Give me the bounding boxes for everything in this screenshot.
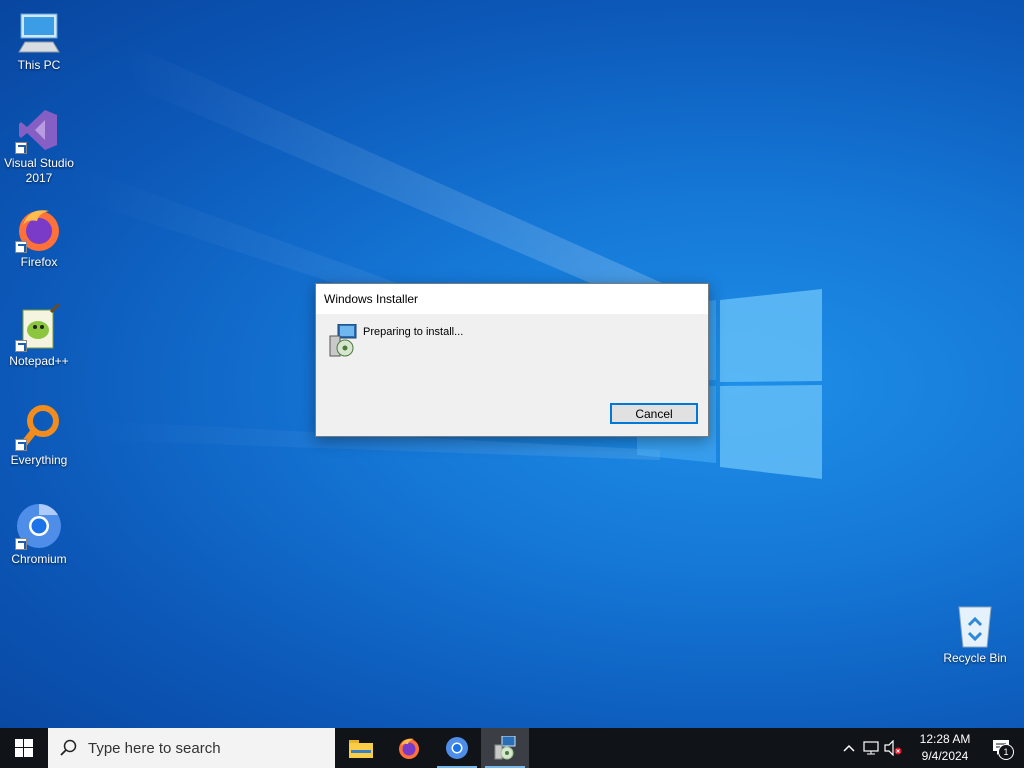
- volume-tray-button[interactable]: [882, 728, 904, 768]
- file-explorer-icon: [349, 740, 373, 758]
- shortcut-arrow-icon: [15, 142, 27, 154]
- notepadpp-icon: [15, 302, 63, 352]
- search-placeholder: Type here to search: [88, 739, 221, 757]
- action-center-button[interactable]: 1: [980, 728, 1024, 768]
- visual-studio-icon: [15, 106, 63, 154]
- desktop-icon-everything[interactable]: Everything: [1, 403, 77, 468]
- desktop-icon-firefox[interactable]: Firefox: [1, 205, 77, 270]
- shortcut-arrow-icon: [15, 538, 27, 550]
- taskbar-app-chromium[interactable]: [433, 728, 481, 768]
- desktop-icon-notepadpp[interactable]: Notepad++: [1, 302, 77, 369]
- start-button[interactable]: [0, 728, 48, 768]
- chromium-icon: [15, 502, 63, 550]
- shortcut-arrow-icon: [15, 439, 27, 451]
- show-hidden-icons-button[interactable]: [838, 728, 860, 768]
- firefox-icon: [399, 738, 419, 759]
- desktop-icon-label: Notepad++: [9, 354, 69, 368]
- recycle-bin-icon: [951, 601, 999, 649]
- desktop-icon-label: This PC: [17, 58, 61, 72]
- desktop-icon-this-pc[interactable]: This PC: [1, 8, 77, 73]
- taskbar-clock[interactable]: 12:28 AM 9/4/2024: [910, 731, 980, 765]
- computer-icon: [15, 8, 63, 56]
- taskbar-search-box[interactable]: Type here to search: [48, 728, 335, 768]
- system-tray: 12:28 AM 9/4/2024 1: [838, 728, 1024, 768]
- desktop-icon-chromium[interactable]: Chromium: [1, 502, 77, 567]
- desktop-icon-label: Chromium: [11, 552, 67, 566]
- dialog-title[interactable]: Windows Installer: [316, 284, 708, 314]
- clock-date: 9/4/2024: [921, 749, 969, 763]
- taskbar-app-file-explorer[interactable]: [337, 728, 385, 768]
- shortcut-arrow-icon: [15, 340, 27, 352]
- firefox-icon: [15, 205, 63, 253]
- desktop-icon-label: Visual Studio 2017: [4, 156, 74, 185]
- taskbar-app-firefox[interactable]: [385, 728, 433, 768]
- notification-count-badge: 1: [998, 744, 1014, 760]
- network-icon: [863, 741, 879, 755]
- dialog-message: Preparing to install...: [363, 326, 464, 338]
- cancel-button[interactable]: Cancel: [610, 403, 698, 424]
- chevron-up-icon: [843, 744, 855, 752]
- desktop-icon-label: Recycle Bin: [943, 651, 1007, 665]
- volume-muted-icon: [884, 740, 902, 756]
- desktop-icon-label: Everything: [10, 453, 68, 467]
- windows-logo-icon: [15, 739, 33, 757]
- taskbar-app-windows-installer[interactable]: [481, 728, 529, 768]
- desktop-icon-visual-studio[interactable]: Visual Studio 2017: [1, 106, 77, 186]
- everything-search-icon: [15, 403, 63, 451]
- clock-time: 12:28 AM: [919, 732, 971, 746]
- search-icon: [60, 739, 77, 756]
- network-tray-button[interactable]: [860, 728, 882, 768]
- desktop-icon-recycle-bin[interactable]: Recycle Bin: [937, 601, 1013, 666]
- desktop-icon-label: Firefox: [20, 255, 58, 269]
- windows-installer-dialog: Windows Installer Preparing to install..…: [315, 283, 709, 437]
- windows-installer-icon: [494, 736, 516, 760]
- shortcut-arrow-icon: [15, 241, 27, 253]
- taskbar: Type here to search 12:28 AM 9/4/2024 1: [0, 728, 1024, 768]
- installer-icon: [328, 323, 358, 358]
- chromium-icon: [446, 737, 468, 759]
